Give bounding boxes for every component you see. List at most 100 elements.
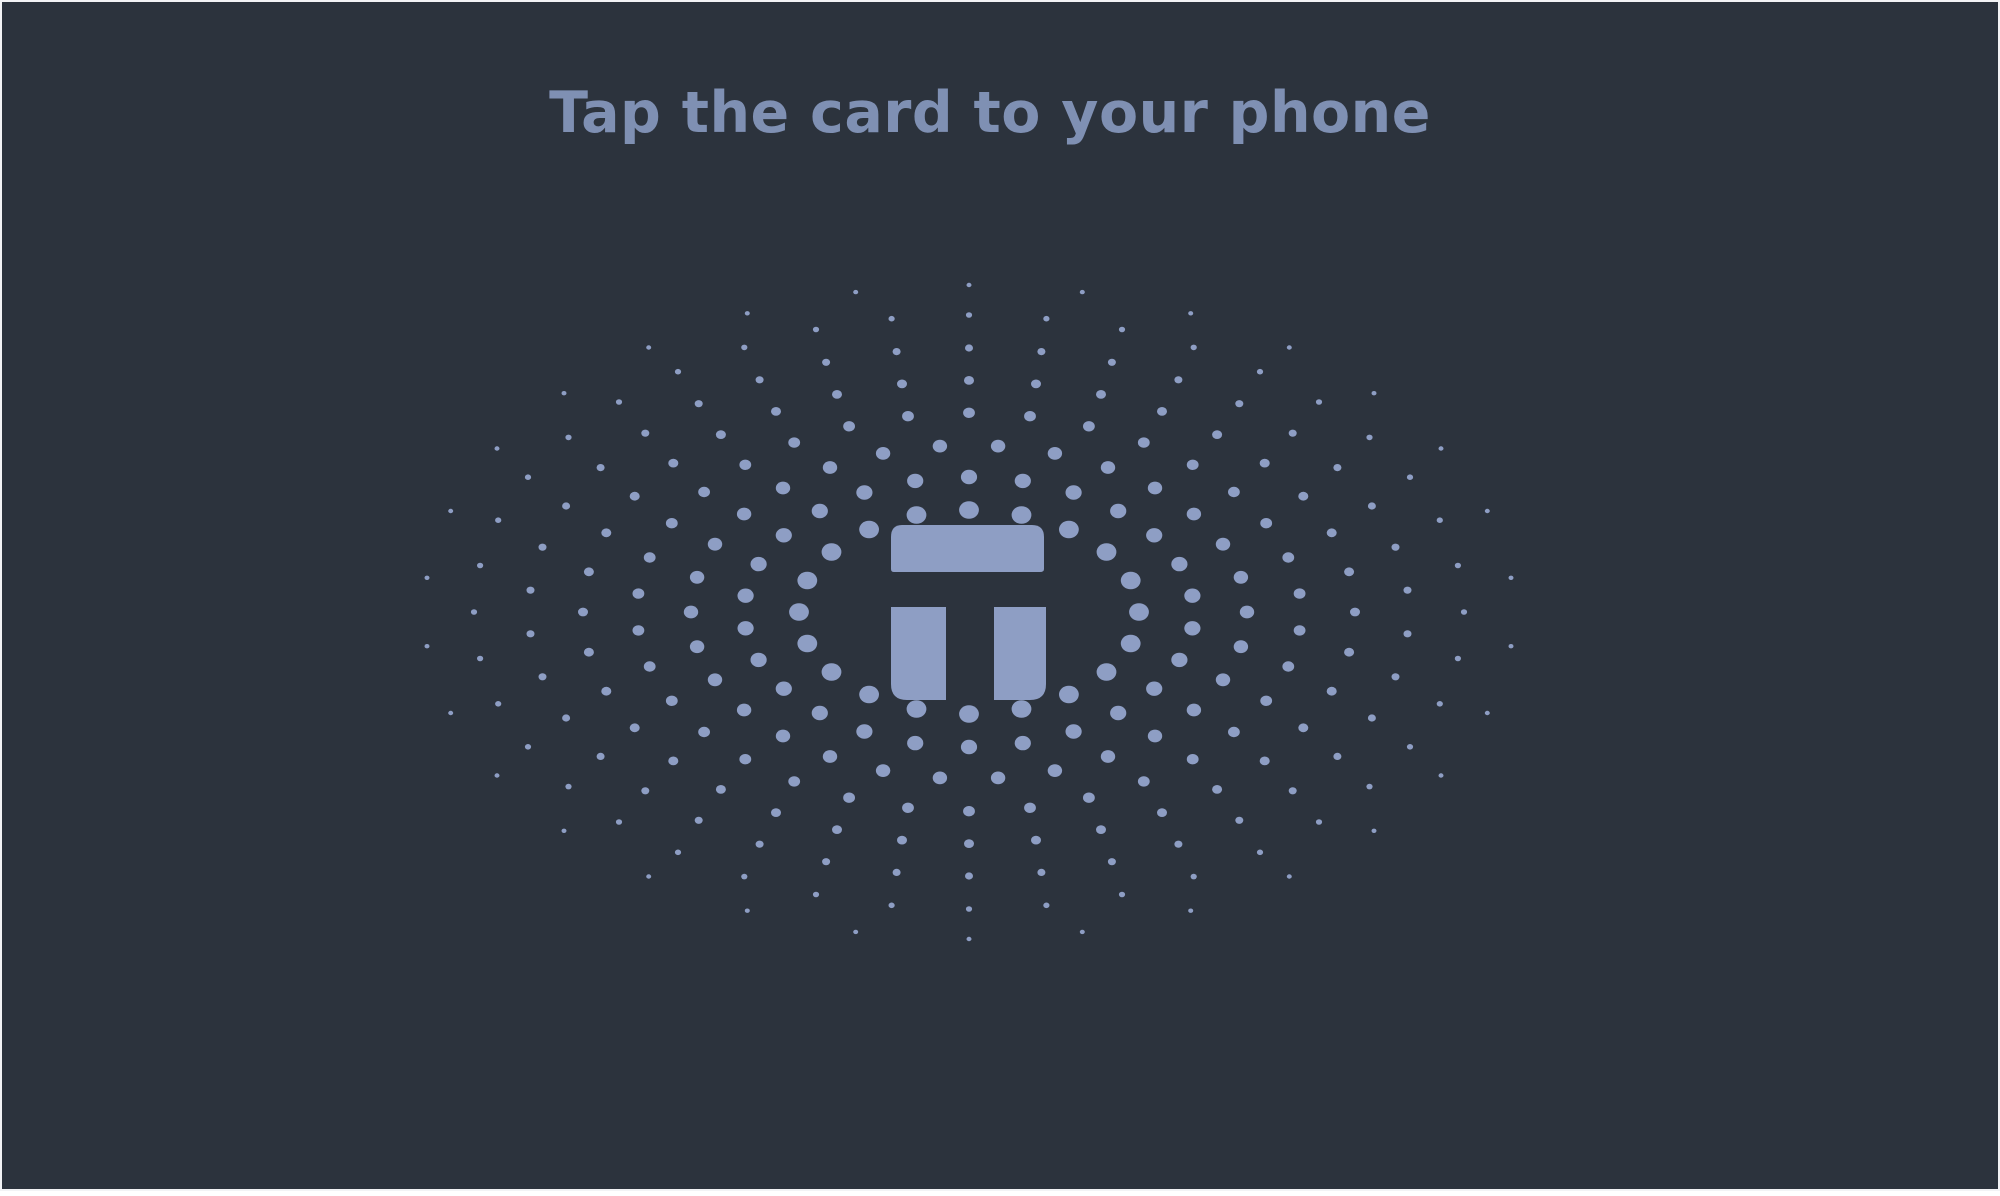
pattern-dot [1110,705,1127,721]
pattern-dot [1146,681,1163,696]
pattern-dot [1047,764,1063,777]
pattern-dot [1326,528,1337,538]
pattern-dot [843,421,855,432]
pattern-dot [1436,517,1443,523]
pattern-dot [1147,481,1163,495]
pattern-dot [892,348,901,356]
pattern-dot [477,655,484,662]
pattern-dot [739,459,752,470]
pattern-dot [470,609,478,615]
pattern-dot [1366,434,1373,441]
pattern-dot [736,703,752,717]
pattern-dot [789,603,809,621]
pattern-dot [1235,400,1244,408]
pattern-dot [964,839,974,848]
pattern-dot [1484,710,1490,716]
pattern-dot [1350,607,1360,617]
pattern-dot [822,461,838,474]
pattern-dot [744,311,750,316]
pattern-dot [689,570,705,584]
pattern-dot [892,868,901,877]
pattern-dot [1403,586,1412,594]
pattern-dot [578,607,588,617]
pattern-dot [561,391,567,396]
pattern-dot [853,929,859,935]
pattern-dot [1371,391,1377,396]
pattern-dot [1184,588,1201,603]
pattern-dot [964,376,974,385]
pattern-dot [1235,816,1244,824]
pattern-dot [775,528,792,543]
pattern-dot [1260,695,1273,706]
pattern-dot [1260,518,1273,529]
pattern-dot [1137,437,1150,448]
pattern-dot [811,705,828,721]
pattern-dot [562,714,571,722]
pattern-dot [932,771,948,785]
pattern-dot [1118,326,1126,333]
pattern-dot [822,750,838,763]
pattern-dot [1288,429,1297,437]
pattern-dot [668,458,679,468]
pattern-dot [737,588,754,603]
pattern-dot [538,543,547,551]
pattern-dot [1188,908,1194,913]
pattern-dot [1438,446,1444,451]
pattern-dot [1171,652,1188,668]
pattern-dot [1454,655,1461,662]
pattern-dot [755,376,764,384]
tap-card-screen: Tap the card to your phone [0,0,2000,1191]
pattern-dot [1174,376,1183,384]
pattern-dot [1059,520,1079,539]
pattern-dot [1100,750,1116,763]
pattern-dot [615,819,623,825]
pattern-dot [853,289,859,295]
pattern-dot [775,681,792,696]
pattern-dot [1367,502,1376,510]
pattern-dot [1282,552,1295,563]
pattern-dot [859,520,879,539]
pattern-dot [1083,792,1095,803]
pattern-dot [1079,289,1085,295]
pattern-dot [583,567,594,577]
pattern-dot [632,625,645,636]
pattern-dot [526,630,535,638]
pattern-dot [737,621,754,636]
pattern-dot [966,282,972,288]
pattern-dot [1186,754,1199,765]
radiating-dots-icon [424,282,1514,942]
pattern-dot [1186,507,1202,521]
pattern-dot [771,808,781,817]
pattern-dot [888,315,895,322]
pattern-dot [1256,849,1264,856]
pattern-dot [832,825,842,834]
pattern-dot [1146,528,1163,543]
pattern-dot [797,634,818,653]
pattern-dot [665,695,678,706]
pattern-dot [646,345,652,350]
pattern-dot [694,816,703,824]
pattern-dot [888,902,895,909]
pattern-dot [990,771,1006,785]
pattern-dot [822,358,831,366]
pattern-dot [811,503,828,519]
pattern-dot [744,908,750,913]
pattern-dot [1118,891,1126,898]
pattern-dot [832,390,842,399]
pattern-dot [698,726,710,738]
pattern-dot [1344,567,1355,577]
pattern-dot [495,701,502,707]
pattern-dot [856,485,873,500]
pattern-dot [1333,752,1342,761]
pattern-dot [965,312,973,318]
pattern-dot [1024,411,1036,422]
pattern-dot [902,802,914,813]
pattern-dot [707,673,723,687]
pattern-dot [856,724,873,739]
pattern-dot [643,552,656,563]
pattern-dot [674,368,682,375]
pattern-dot [907,473,924,489]
pattern-dot [494,773,500,778]
pattern-dot [1171,556,1188,572]
pattern-dot [1031,835,1041,845]
